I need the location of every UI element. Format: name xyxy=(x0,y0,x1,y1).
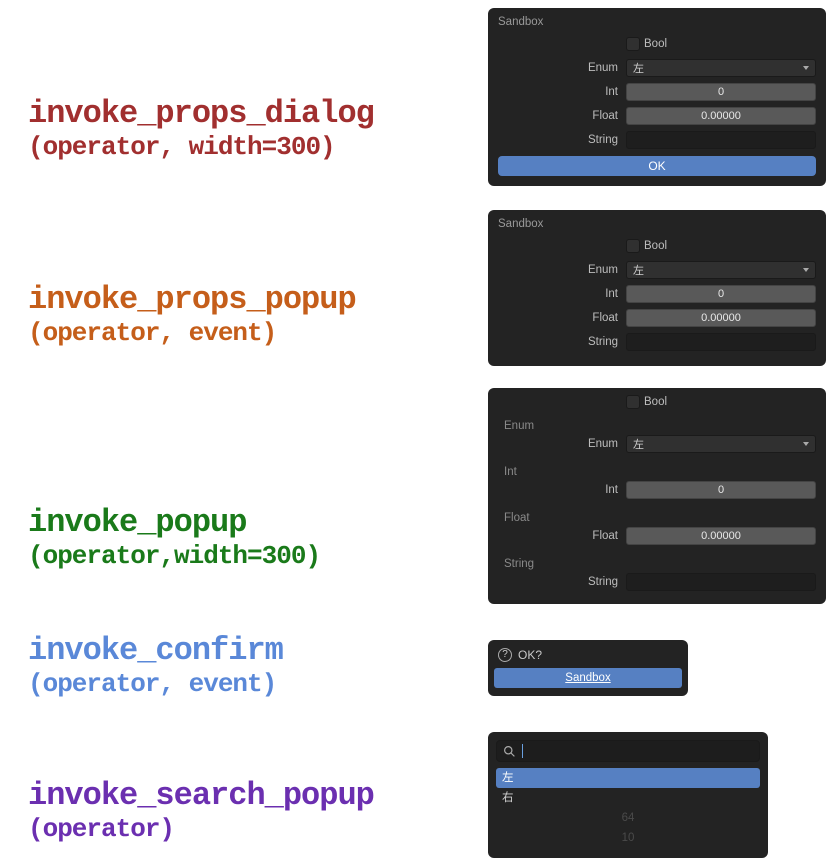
string-label: String xyxy=(498,336,626,348)
func-name-props-popup: invoke_props_popup xyxy=(28,281,488,318)
func-name-popup: invoke_popup xyxy=(28,504,488,541)
search-dim-row: 64 xyxy=(496,808,760,828)
func-args-props-dialog: (operator, width=300) xyxy=(28,132,488,162)
int-label: Int xyxy=(498,86,626,98)
outer-float-label: Float xyxy=(498,508,816,526)
bool-checkbox[interactable] xyxy=(626,239,640,253)
func-name-confirm: invoke_confirm xyxy=(28,632,488,669)
props-popup-panel: Sandbox Bool Enum 左 Int 0 Float 0.00000 xyxy=(488,210,826,366)
func-args-props-popup: (operator, event) xyxy=(28,318,488,348)
int-field[interactable]: 0 xyxy=(626,285,816,303)
float-label: Float xyxy=(498,110,626,122)
int-field[interactable]: 0 xyxy=(626,481,816,499)
int-field[interactable]: 0 xyxy=(626,83,816,101)
bool-label: Bool xyxy=(644,240,667,252)
enum-select[interactable]: 左 xyxy=(626,435,816,453)
search-result-selected[interactable]: 左 xyxy=(496,768,760,788)
func-name-search: invoke_search_popup xyxy=(28,777,488,814)
search-result[interactable]: 右 xyxy=(496,788,760,808)
string-label: String xyxy=(498,134,626,146)
outer-enum-label: Enum xyxy=(498,416,816,434)
int-label: Int xyxy=(498,484,626,496)
bool-checkbox[interactable] xyxy=(626,395,640,409)
popup-panel: Bool Enum Enum 左 Int Int 0 Float Float 0… xyxy=(488,388,826,604)
text-cursor xyxy=(522,744,523,758)
func-args-confirm: (operator, event) xyxy=(28,669,488,699)
search-popup-panel: 左 右 64 10 xyxy=(488,732,768,858)
panel-title: Sandbox xyxy=(498,16,816,28)
enum-select[interactable]: 左 xyxy=(626,261,816,279)
float-label: Float xyxy=(498,312,626,324)
string-field[interactable] xyxy=(626,573,816,591)
panel-title: Sandbox xyxy=(498,218,816,230)
func-name-props-dialog: invoke_props_dialog xyxy=(28,95,488,132)
string-label: String xyxy=(498,576,626,588)
func-args-search: (operator) xyxy=(28,814,488,844)
float-field[interactable]: 0.00000 xyxy=(626,309,816,327)
confirm-button[interactable]: Sandbox xyxy=(494,668,682,688)
outer-int-label: Int xyxy=(498,462,816,480)
enum-select[interactable]: 左 xyxy=(626,59,816,77)
confirm-dialog: ? OK? Sandbox xyxy=(488,640,688,696)
bool-label: Bool xyxy=(644,38,667,50)
int-label: Int xyxy=(498,288,626,300)
enum-label: Enum xyxy=(498,438,626,450)
question-icon: ? xyxy=(498,648,512,662)
float-field[interactable]: 0.00000 xyxy=(626,107,816,125)
enum-label: Enum xyxy=(498,264,626,276)
func-args-popup: (operator,width=300) xyxy=(28,541,488,571)
bool-checkbox[interactable] xyxy=(626,37,640,51)
search-dim-row: 10 xyxy=(496,828,760,848)
enum-label: Enum xyxy=(498,62,626,74)
ok-button[interactable]: OK xyxy=(498,156,816,176)
string-field[interactable] xyxy=(626,131,816,149)
outer-string-label: String xyxy=(498,554,816,572)
props-dialog-panel: Sandbox Bool Enum 左 Int 0 Float 0.00000 xyxy=(488,8,826,186)
string-field[interactable] xyxy=(626,333,816,351)
float-label: Float xyxy=(498,530,626,542)
confirm-title: OK? xyxy=(518,648,542,662)
bool-label: Bool xyxy=(644,396,667,408)
search-icon xyxy=(503,745,516,758)
float-field[interactable]: 0.00000 xyxy=(626,527,816,545)
search-input[interactable] xyxy=(496,740,760,762)
